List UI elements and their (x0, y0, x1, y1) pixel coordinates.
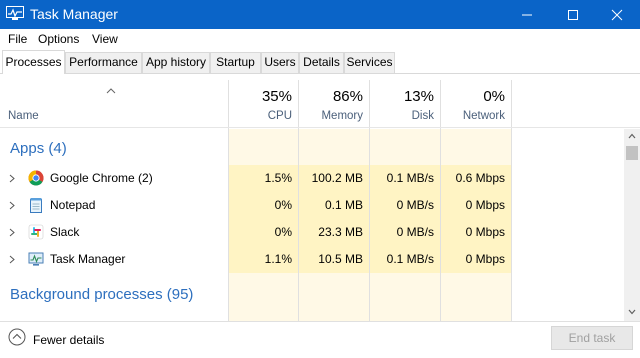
tab-details[interactable]: Details (299, 52, 344, 73)
scroll-up-arrow-icon[interactable] (628, 133, 636, 139)
slack-icon (28, 224, 44, 240)
minimize-button[interactable] (504, 0, 550, 29)
end-task-button[interactable]: End task (551, 326, 633, 350)
memory-value: 10.5 MB (318, 252, 363, 266)
chevron-right-icon[interactable] (9, 201, 15, 210)
chevron-up-circle-icon[interactable] (8, 328, 26, 346)
disk-value: 0.1 MB/s (386, 252, 434, 266)
group-header-background-processes[interactable]: Background processes (95) (10, 286, 193, 304)
column-header-disk[interactable]: Disk (369, 109, 434, 123)
process-name: Slack (50, 225, 80, 239)
chevron-right-icon[interactable] (9, 228, 15, 237)
cpu-cell: 1.1% (229, 246, 298, 273)
network-value: 0 Mbps (465, 198, 505, 212)
maximize-icon (568, 10, 578, 20)
cpu-value: 1.5% (264, 171, 292, 185)
menu-options[interactable]: Options (38, 32, 79, 46)
disk-total-percent[interactable]: 13% (369, 88, 434, 106)
cpu-value: 0% (274, 225, 292, 239)
column-header-cpu[interactable]: CPU (228, 109, 292, 123)
disk-cell: 0 MB/s (370, 192, 440, 219)
cpu-value: 0% (274, 198, 292, 212)
disk-value: 0 MB/s (396, 225, 434, 239)
network-value: 0 Mbps (465, 225, 505, 239)
memory-cell: 10.5 MB (299, 246, 369, 273)
table-row[interactable]: Notepad 0% 0.1 MB 0 MB/s 0 Mbps (0, 192, 624, 219)
tab-services[interactable]: Services (344, 52, 395, 73)
close-button[interactable] (594, 0, 640, 29)
footer-bar: Fewer details End task (0, 321, 640, 358)
disk-cell: 0.1 MB/s (370, 246, 440, 273)
menu-view[interactable]: View (92, 32, 118, 46)
sort-ascending-icon[interactable] (106, 87, 116, 94)
disk-value: 0 MB/s (396, 198, 434, 212)
process-list: Apps (4) Google Chrome (2) 1.5% 100.2 MB… (0, 129, 624, 321)
process-name: Task Manager (50, 252, 126, 266)
close-icon (611, 9, 623, 21)
network-cell: 0.6 Mbps (441, 165, 511, 192)
tab-processes[interactable]: Processes (2, 50, 65, 74)
chevron-right-icon[interactable] (9, 174, 15, 183)
tab-app-history[interactable]: App history (142, 52, 210, 73)
scroll-down-arrow-icon[interactable] (628, 309, 636, 315)
fewer-details-link[interactable]: Fewer details (33, 333, 104, 347)
network-cell: 0 Mbps (441, 219, 511, 246)
disk-cell: 0 MB/s (370, 219, 440, 246)
memory-cell: 100.2 MB (299, 165, 369, 192)
tab-strip: Performance App history Startup Users De… (0, 50, 640, 74)
column-header-row: Name 35% CPU 86% Memory 13% Disk 0% Netw… (0, 74, 640, 128)
vertical-scrollbar[interactable] (624, 129, 640, 321)
cpu-value: 1.1% (264, 252, 292, 266)
process-name: Google Chrome (2) (50, 171, 153, 185)
table-row[interactable]: Google Chrome (2) 1.5% 100.2 MB 0.1 MB/s… (0, 165, 624, 192)
minimize-icon (522, 14, 532, 16)
column-header-network[interactable]: Network (440, 109, 505, 123)
title-bar[interactable]: Task Manager (0, 0, 640, 29)
memory-value: 23.3 MB (318, 225, 363, 239)
chrome-icon (28, 170, 44, 186)
notepad-icon (30, 198, 42, 213)
network-value: 0.6 Mbps (455, 171, 505, 185)
network-cell: 0 Mbps (441, 246, 511, 273)
network-cell: 0 Mbps (441, 192, 511, 219)
memory-value: 0.1 MB (324, 198, 363, 212)
cpu-cell: 1.5% (229, 165, 298, 192)
memory-cell: 0.1 MB (299, 192, 369, 219)
menu-bar: File Options View (0, 29, 640, 49)
tab-users[interactable]: Users (261, 52, 299, 73)
column-header-memory[interactable]: Memory (298, 109, 363, 123)
chevron-right-icon[interactable] (9, 255, 15, 264)
task-manager-icon (28, 252, 44, 266)
table-row[interactable]: Task Manager 1.1% 10.5 MB 0.1 MB/s 0 Mbp… (0, 246, 624, 273)
disk-cell: 0.1 MB/s (370, 165, 440, 192)
process-name: Notepad (50, 198, 96, 212)
memory-cell: 23.3 MB (299, 219, 369, 246)
task-manager-icon (6, 6, 24, 20)
group-header-apps[interactable]: Apps (4) (10, 140, 67, 158)
network-total-percent[interactable]: 0% (440, 88, 505, 106)
table-row[interactable]: Slack 0% 23.3 MB 0 MB/s 0 Mbps (0, 219, 624, 246)
cpu-cell: 0% (229, 192, 298, 219)
column-header-name[interactable]: Name (8, 109, 39, 123)
memory-total-percent[interactable]: 86% (298, 88, 363, 106)
window-title: Task Manager (30, 6, 118, 22)
cpu-total-percent[interactable]: 35% (228, 88, 292, 106)
disk-value: 0.1 MB/s (386, 171, 434, 185)
memory-value: 100.2 MB (311, 171, 363, 185)
tab-startup[interactable]: Startup (210, 52, 261, 73)
maximize-button[interactable] (550, 0, 596, 29)
scrollbar-thumb[interactable] (626, 146, 638, 160)
menu-file[interactable]: File (8, 32, 27, 46)
cpu-cell: 0% (229, 219, 298, 246)
network-value: 0 Mbps (465, 252, 505, 266)
tab-performance[interactable]: Performance (65, 52, 142, 73)
